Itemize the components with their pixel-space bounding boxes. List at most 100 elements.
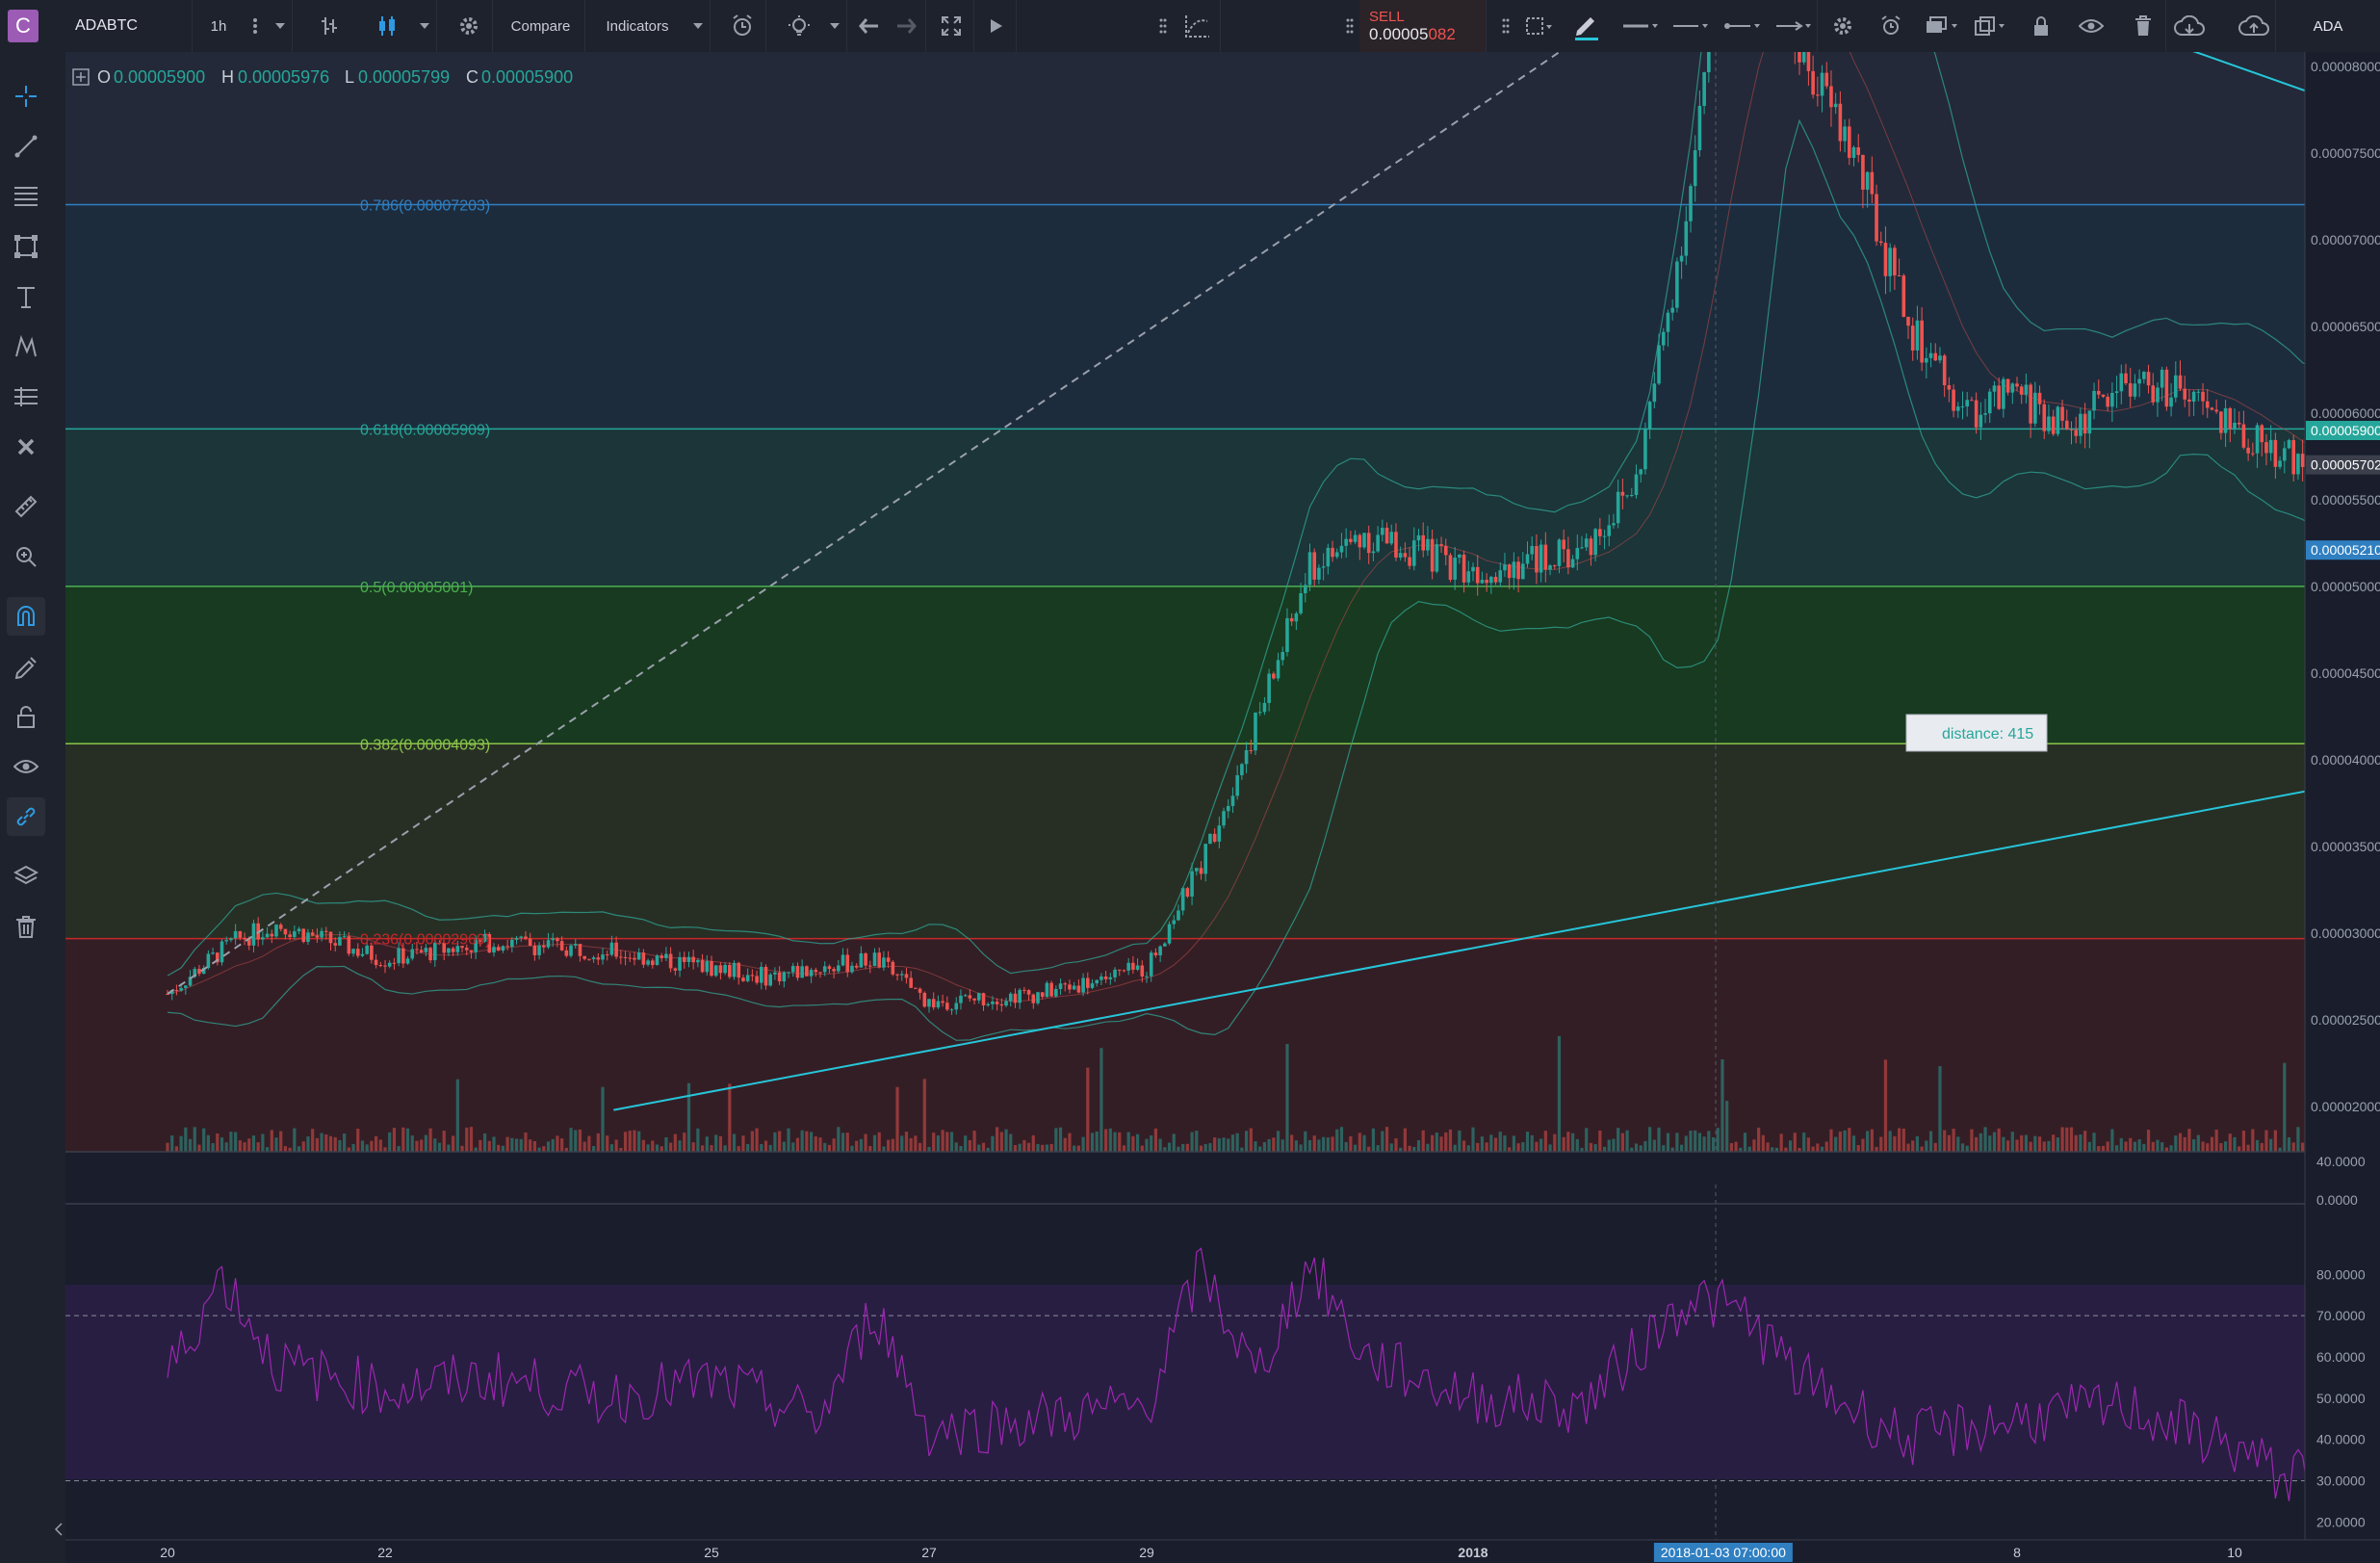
volume-bar [2079, 1134, 2082, 1152]
rectangle-tool-icon[interactable] [7, 227, 45, 266]
clone-icon[interactable] [1968, 0, 2014, 52]
volume-bar [1888, 1131, 1892, 1152]
volume-bar [1172, 1133, 1176, 1152]
volume-bar [324, 1134, 328, 1152]
candle-body [1625, 495, 1629, 497]
chart-style-dropdown-icon[interactable] [412, 0, 437, 52]
volume-bar [705, 1136, 709, 1152]
volume-bar [1915, 1135, 1920, 1152]
chart-settings-icon[interactable] [445, 0, 493, 52]
lock-drawings-icon[interactable] [7, 697, 45, 736]
remove-tool-icon[interactable] [7, 428, 45, 466]
visibility-icon[interactable] [2070, 0, 2112, 52]
alert-add-icon[interactable] [720, 0, 766, 52]
visual-order-icon[interactable] [1918, 0, 1966, 52]
fib-tool-icon[interactable] [7, 177, 45, 216]
volume-bar [415, 1140, 419, 1152]
candle-body [1987, 391, 1992, 414]
candle-body [1458, 554, 1462, 558]
candle-body [301, 928, 306, 943]
time-axis-panel[interactable] [65, 1540, 2380, 1563]
fib-retracement[interactable] [65, 52, 2305, 1152]
redo-icon[interactable] [886, 0, 926, 52]
candle-body [174, 990, 179, 992]
volume-bar [1394, 1138, 1398, 1152]
zoom-icon[interactable] [7, 537, 45, 576]
ruler-icon[interactable] [7, 487, 45, 526]
text-tool-icon[interactable] [7, 277, 45, 316]
price-tick-label: 0.00003000 [2311, 925, 2380, 941]
candle-body [1575, 548, 1580, 560]
candle-body [1249, 750, 1254, 752]
candle-body [559, 941, 564, 951]
candle-body [383, 965, 387, 967]
fullscreen-icon[interactable] [928, 0, 974, 52]
cloud-upload-icon[interactable] [2232, 0, 2276, 52]
line-start-icon[interactable] [1720, 0, 1766, 52]
candle-body [1552, 565, 1557, 567]
candle-body [1512, 561, 1516, 579]
interval-dropdown-icon[interactable] [268, 0, 293, 52]
lock-icon[interactable] [2020, 0, 2062, 52]
stay-drawing-icon[interactable] [7, 647, 45, 686]
pattern-tool-icon[interactable] [7, 327, 45, 366]
volume-bar [1190, 1132, 1194, 1152]
more-intervals-icon[interactable] [245, 0, 266, 52]
chart-area[interactable]: 1(0.00008850)0.786(0.00007203)0.618(0.00… [52, 52, 2380, 1563]
sell-button[interactable]: SELL 0.00005082 [1359, 0, 1487, 52]
bars-style-icon[interactable] [306, 0, 352, 52]
trend-line-tool-icon[interactable] [7, 127, 45, 166]
volume-bar [1530, 1134, 1534, 1152]
volume-bar [1353, 1144, 1358, 1152]
candle-body [859, 952, 864, 968]
crosshair-tool-icon[interactable] [7, 77, 45, 116]
replay-bulb-icon[interactable] [776, 0, 822, 52]
indicators-button[interactable]: Indicators [589, 0, 686, 52]
drag-handle-2-icon[interactable] [1340, 0, 1359, 52]
replay-dropdown-icon[interactable] [822, 0, 847, 52]
indicator-curve-icon[interactable] [1175, 0, 1221, 52]
candle-body [1307, 552, 1312, 586]
candle-body [2079, 413, 2082, 436]
line-style-icon[interactable] [1617, 0, 1664, 52]
candles-style-icon[interactable] [364, 0, 410, 52]
compare-button[interactable]: Compare [497, 0, 585, 52]
candle-body [759, 966, 763, 983]
cloud-download-icon[interactable] [2168, 0, 2211, 52]
volume-bar [1598, 1130, 1602, 1152]
delete-drawing-icon[interactable] [2120, 0, 2166, 52]
indicators-dropdown-icon[interactable] [686, 0, 711, 52]
line-dash-icon[interactable] [1668, 0, 1714, 52]
sync-drawings-icon[interactable] [7, 797, 45, 836]
object-tree-icon[interactable] [7, 857, 45, 896]
magnet-icon[interactable] [7, 597, 45, 636]
volume-bar [1997, 1128, 2001, 1152]
interval-button[interactable]: 1h [197, 0, 240, 52]
trash-icon[interactable] [7, 907, 45, 946]
volume-bar [2296, 1127, 2300, 1152]
drawing-settings-icon[interactable] [1822, 0, 1864, 52]
play-icon[interactable] [976, 0, 1017, 52]
symbol-search[interactable]: ADABTC [67, 0, 193, 52]
volume-bar [1462, 1140, 1466, 1152]
logo[interactable]: C [8, 10, 39, 42]
volume-bar [2192, 1139, 2196, 1152]
drag-handle-3-icon[interactable] [1496, 0, 1515, 52]
indicators-label: Indicators [606, 17, 669, 35]
selection-tool-icon[interactable] [1517, 0, 1560, 52]
undo-icon[interactable] [849, 0, 890, 52]
volume-bar [410, 1135, 414, 1152]
currency-button[interactable]: ADA [2289, 0, 2367, 52]
volume-bar [1131, 1135, 1135, 1152]
line-end-icon[interactable] [1770, 0, 1818, 52]
pencil-icon[interactable] [1564, 0, 1610, 52]
volume-bar [1416, 1140, 1421, 1152]
prediction-tool-icon[interactable] [7, 378, 45, 416]
candle-body [1861, 154, 1865, 190]
candle-body [338, 936, 342, 946]
hide-drawings-icon[interactable] [7, 747, 45, 786]
candle-body [360, 953, 365, 956]
drag-handle-icon[interactable] [1153, 0, 1173, 52]
candle-body [270, 933, 274, 937]
drawing-alert-icon[interactable] [1870, 0, 1912, 52]
